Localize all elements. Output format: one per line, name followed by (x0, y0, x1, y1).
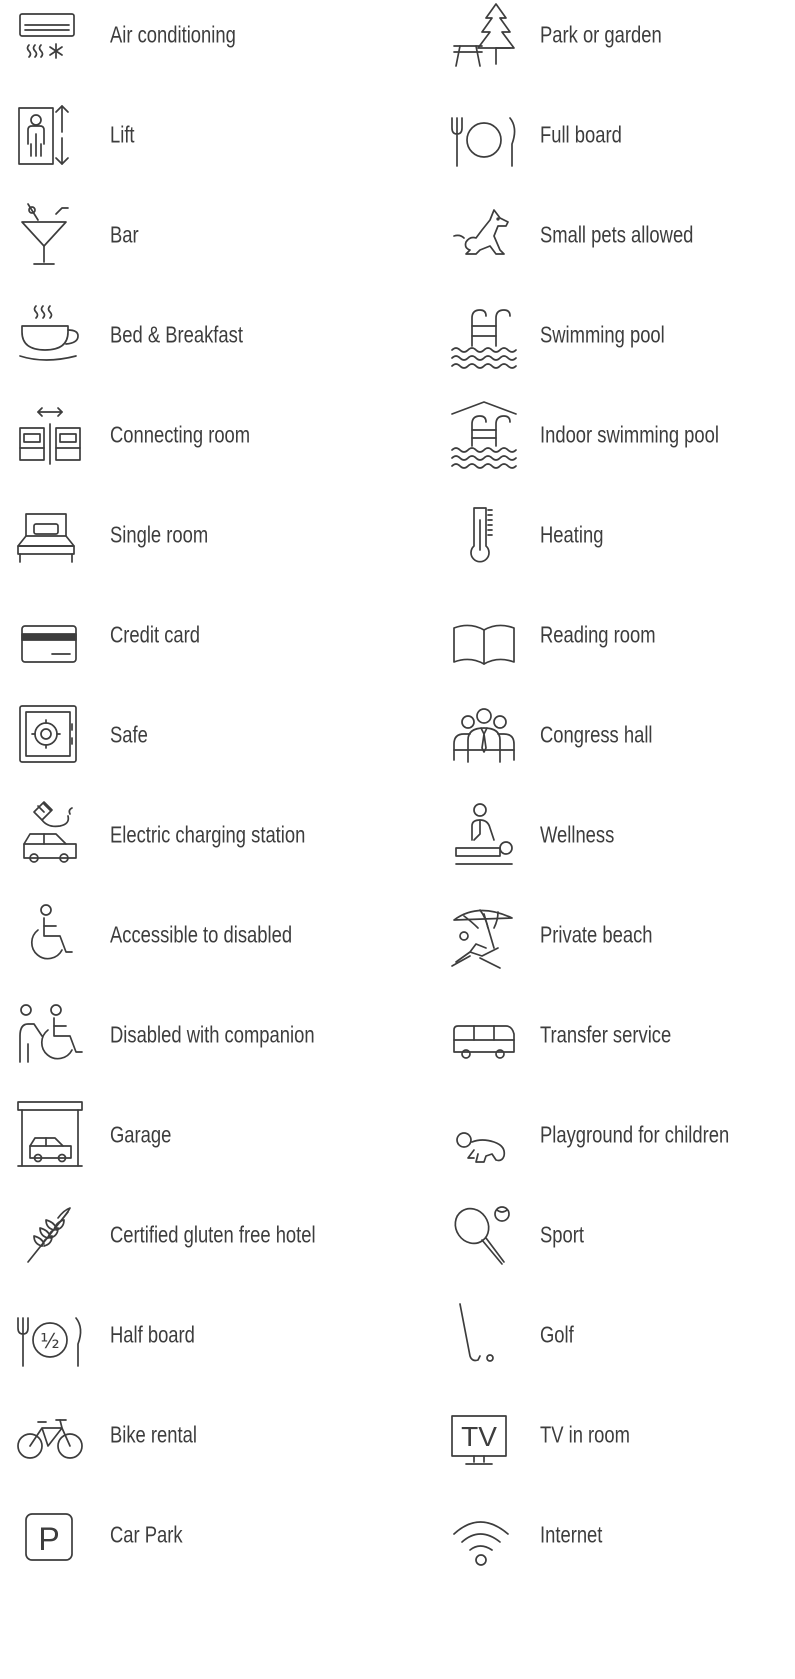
wheat-icon (16, 1200, 88, 1270)
dog-icon (450, 200, 522, 270)
amenity-transfer-service: Transfer service (450, 1000, 795, 1070)
amenity-lift: Lift (16, 100, 386, 170)
amenity-garage: Garage (16, 1100, 386, 1170)
amenity-label: Playground for children (540, 1121, 730, 1148)
amenity-label: Half board (110, 1321, 195, 1348)
amenity-credit-card: Credit card (16, 600, 386, 670)
amenity-swimming-pool: Swimming pool (450, 300, 795, 370)
amenity-label: Electric charging station (110, 821, 306, 848)
safe-icon (16, 700, 88, 770)
amenity-playground: Playground for children (450, 1100, 795, 1170)
amenity-bike-rental: Bike rental (16, 1400, 386, 1470)
amenity-gluten-free: Certified gluten free hotel (16, 1200, 386, 1270)
amenity-small-pets: Small pets allowed (450, 200, 795, 270)
amenity-car-park: P Car Park (16, 1500, 386, 1570)
amenity-full-board: Full board (450, 100, 795, 170)
congress-hall-icon (450, 700, 522, 770)
amenity-label: Indoor swimming pool (540, 421, 719, 448)
amenity-label: Lift (110, 121, 135, 148)
amenity-label: Sport (540, 1221, 584, 1248)
amenity-heating: Heating (450, 500, 795, 570)
half-board-icon: ½ (16, 1300, 88, 1370)
amenity-label: Bike rental (110, 1421, 197, 1448)
indoor-pool-icon (450, 400, 522, 470)
amenity-label: Full board (540, 121, 622, 148)
tv-text: TV (461, 1421, 497, 1452)
cocktail-icon (16, 200, 88, 270)
baby-crawling-icon (450, 1100, 522, 1170)
amenity-label: Park or garden (540, 21, 662, 48)
amenity-label: Certified gluten free hotel (110, 1221, 316, 1248)
amenity-single-room: Single room (16, 500, 386, 570)
air-conditioning-icon (16, 0, 88, 70)
amenity-air-conditioning: Air conditioning (16, 0, 386, 70)
amenity-congress-hall: Congress hall (450, 700, 795, 770)
massage-icon (450, 800, 522, 870)
amenity-sport: Sport (450, 1200, 795, 1270)
amenity-label: Private beach (540, 921, 653, 948)
bicycle-icon (16, 1400, 88, 1470)
amenity-electric-charging: Electric charging station (16, 800, 386, 870)
connecting-room-icon (16, 400, 88, 470)
amenity-label: Congress hall (540, 721, 653, 748)
amenity-internet: Internet (450, 1500, 795, 1570)
tv-icon: TV (450, 1400, 522, 1470)
amenity-bar: Bar (16, 200, 386, 270)
wifi-icon (450, 1500, 522, 1570)
credit-card-icon (16, 600, 88, 670)
amenity-label: Accessible to disabled (110, 921, 293, 948)
electric-charging-icon (16, 800, 88, 870)
amenity-label: Disabled with companion (110, 1021, 315, 1048)
amenity-wellness: Wellness (450, 800, 795, 870)
golf-club-icon (450, 1300, 522, 1370)
amenity-private-beach: Private beach (450, 900, 795, 970)
amenity-label: Car Park (110, 1521, 183, 1548)
amenity-disabled-companion: Disabled with companion (16, 1000, 386, 1070)
thermometer-icon (450, 500, 522, 570)
amenity-connecting-room: Connecting room (16, 400, 386, 470)
amenity-label: Golf (540, 1321, 574, 1348)
beach-umbrella-icon (450, 900, 522, 970)
amenity-accessible: Accessible to disabled (16, 900, 386, 970)
amenity-label: Safe (110, 721, 148, 748)
amenity-label: Reading room (540, 621, 656, 648)
amenity-label: TV in room (540, 1421, 630, 1448)
amenity-label: Small pets allowed (540, 221, 694, 248)
wheelchair-icon (16, 900, 88, 970)
amenity-label: Heating (540, 521, 604, 548)
bus-icon (450, 1000, 522, 1070)
parking-letter: P (38, 1521, 59, 1557)
amenity-label: Connecting room (110, 421, 251, 448)
amenity-golf: Golf (450, 1300, 795, 1370)
amenity-label: Single room (110, 521, 209, 548)
lift-icon (16, 100, 88, 170)
amenity-indoor-pool: Indoor swimming pool (450, 400, 795, 470)
amenity-label: Swimming pool (540, 321, 665, 348)
half-fraction: ½ (40, 1329, 59, 1353)
amenity-label: Wellness (540, 821, 615, 848)
parking-icon: P (16, 1500, 88, 1570)
amenity-half-board: ½ Half board (16, 1300, 386, 1370)
amenity-label: Garage (110, 1121, 172, 1148)
park-icon (450, 0, 522, 70)
single-bed-icon (16, 500, 88, 570)
amenity-label: Bed & Breakfast (110, 321, 243, 348)
amenity-label: Credit card (110, 621, 200, 648)
garage-icon (16, 1100, 88, 1170)
amenity-safe: Safe (16, 700, 386, 770)
wheelchair-companion-icon (16, 1000, 88, 1070)
full-board-icon (450, 100, 522, 170)
amenity-reading-room: Reading room (450, 600, 795, 670)
open-book-icon (450, 600, 522, 670)
tennis-racket-icon (450, 1200, 522, 1270)
amenity-tv-in-room: TV TV in room (450, 1400, 795, 1470)
amenity-bed-breakfast: Bed & Breakfast (16, 300, 386, 370)
amenity-label: Bar (110, 221, 139, 248)
amenity-park-garden: Park or garden (450, 0, 795, 70)
amenity-label: Transfer service (540, 1021, 672, 1048)
coffee-cup-icon (16, 300, 88, 370)
swimming-pool-icon (450, 300, 522, 370)
amenity-label: Internet (540, 1521, 603, 1548)
amenity-label: Air conditioning (110, 21, 236, 48)
